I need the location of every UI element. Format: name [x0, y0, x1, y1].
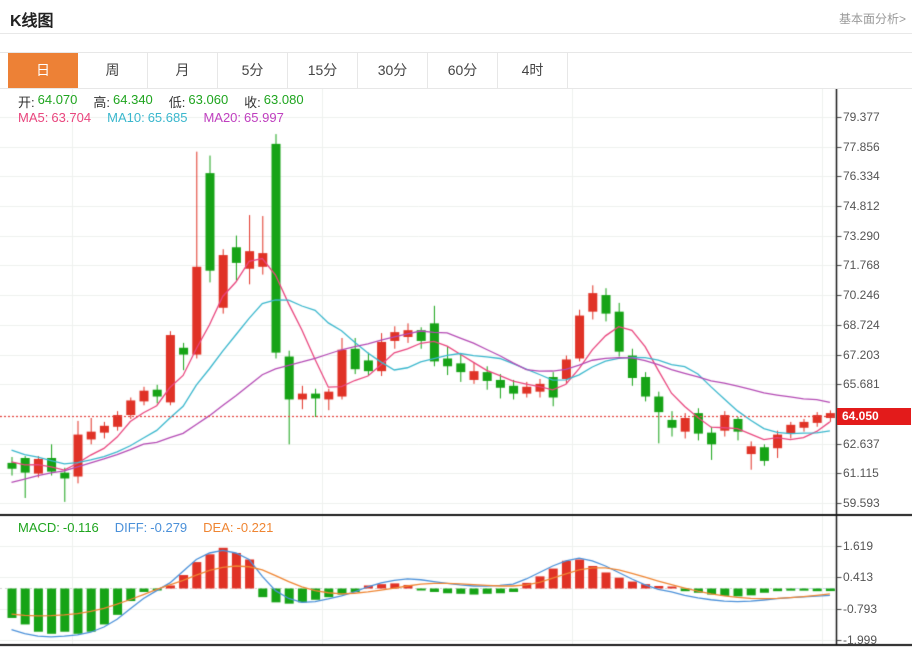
price-axis-tick: 71.768	[843, 258, 880, 272]
price-axis-tick: 77.856	[843, 140, 880, 154]
current-price-badge: 64.050	[837, 408, 911, 425]
macd-axis-tick: -1.999	[843, 633, 877, 647]
macd-info-row: MACD:-0.116 DIFF:-0.279 DEA: -0.221	[18, 520, 273, 535]
kline-chart-canvas[interactable]	[0, 89, 912, 649]
tab-month[interactable]: 月	[148, 53, 218, 88]
header-divider	[0, 33, 912, 34]
price-axis-tick: 73.290	[843, 229, 880, 243]
fundamental-analysis-link[interactable]: 基本面分析>	[839, 10, 906, 27]
price-axis-tick: 76.334	[843, 169, 880, 183]
ma10-value: 65.685	[148, 110, 188, 125]
ma20-value: 65.997	[244, 110, 284, 125]
tab-30min[interactable]: 30分	[358, 53, 428, 88]
ma20-label: MA20:	[203, 110, 241, 125]
low-label: 低:	[169, 92, 186, 111]
high-label: 高:	[93, 92, 110, 111]
price-axis-tick: 74.812	[843, 199, 880, 213]
open-value: 64.070	[38, 92, 78, 111]
dea-value: -0.221	[237, 520, 274, 535]
price-axis-tick: 79.377	[843, 110, 880, 124]
price-axis-tick: 65.681	[843, 377, 880, 391]
ma5-label: MA5:	[18, 110, 48, 125]
macd-axis-tick: -0.793	[843, 602, 877, 616]
diff-label: DIFF:	[115, 520, 148, 535]
tab-5min[interactable]: 5分	[218, 53, 288, 88]
tab-60min[interactable]: 60分	[428, 53, 498, 88]
tab-4hour[interactable]: 4时	[498, 53, 568, 88]
ma10-label: MA10:	[107, 110, 145, 125]
ohlc-info-row: 开:64.070 高:64.340 低:63.060 收:63.080	[18, 92, 304, 111]
price-axis-tick: 61.115	[843, 466, 879, 480]
diff-value: -0.279	[150, 520, 187, 535]
macd-axis-tick: 1.619	[843, 539, 873, 553]
high-value: 64.340	[113, 92, 153, 111]
open-label: 开:	[18, 92, 35, 111]
price-axis-tick: 59.593	[843, 496, 880, 510]
ma5-value: 63.704	[51, 110, 91, 125]
price-axis-tick: 70.246	[843, 288, 880, 302]
tab-day[interactable]: 日	[8, 53, 78, 88]
kline-page: K线图 基本面分析> 日 周 月 5分 15分 30分 60分 4时 开:64.…	[0, 0, 912, 649]
macd-axis-tick: 0.413	[843, 570, 873, 584]
macd-value: -0.116	[63, 520, 99, 535]
period-tabbar: 日 周 月 5分 15分 30分 60分 4时	[0, 52, 912, 89]
dea-label: DEA:	[203, 520, 233, 535]
low-value: 63.060	[188, 92, 228, 111]
price-axis-tick: 62.637	[843, 437, 880, 451]
close-label: 收:	[244, 92, 261, 111]
tab-week[interactable]: 周	[78, 53, 148, 88]
macd-label: MACD:	[18, 520, 60, 535]
price-axis-tick: 68.724	[843, 318, 880, 332]
tab-15min[interactable]: 15分	[288, 53, 358, 88]
close-value: 63.080	[264, 92, 304, 111]
ma-info-row: MA5:63.704 MA10:65.685 MA20:65.997	[18, 110, 284, 125]
page-title: K线图	[10, 7, 54, 31]
price-axis-tick: 67.203	[843, 348, 880, 362]
